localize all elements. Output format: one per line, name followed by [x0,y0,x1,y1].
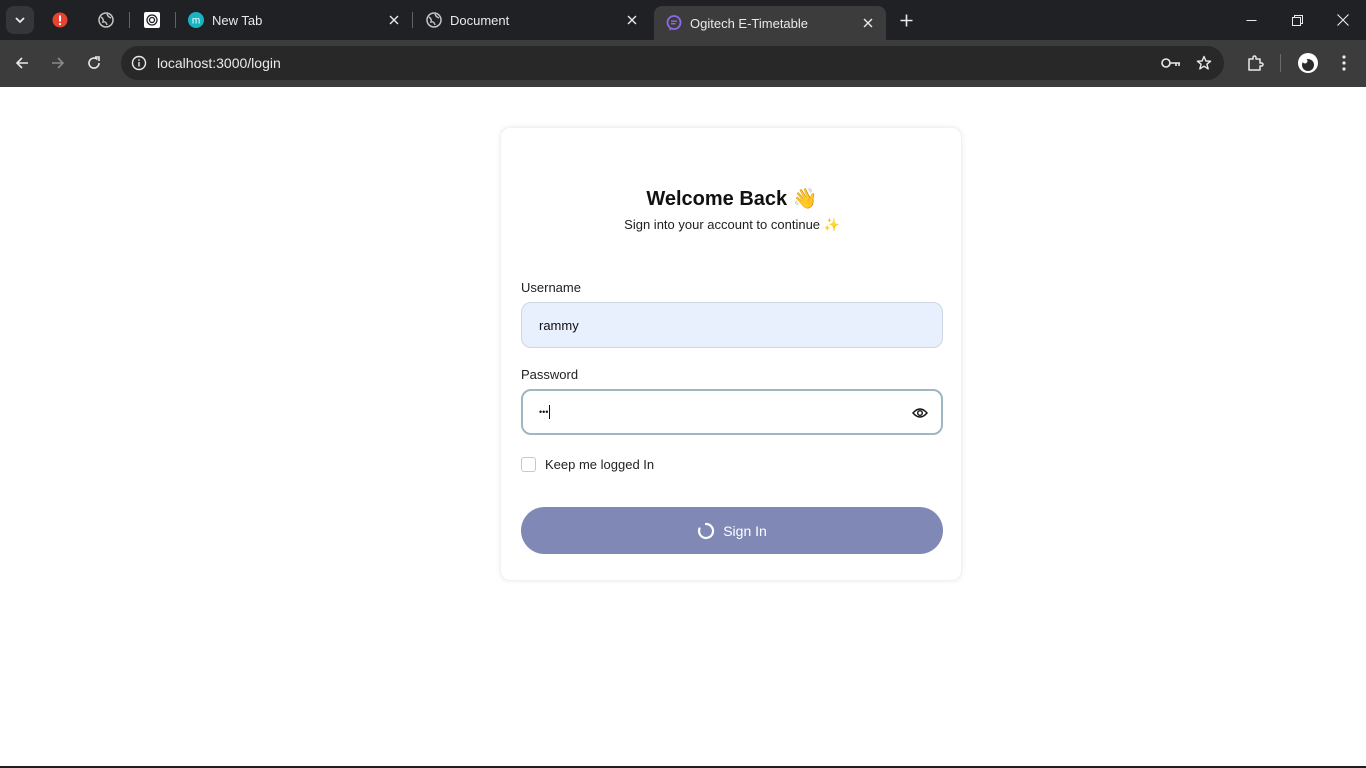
arrow-right-icon [52,57,65,69]
profile-button[interactable] [1294,49,1322,77]
sign-in-button[interactable]: Sign In [521,507,943,554]
chevron-down-icon [15,17,25,24]
chat-favicon-icon [666,15,682,31]
minimize-button[interactable] [1228,0,1274,40]
text-caret [549,405,551,419]
tab-title: New Tab [212,12,263,28]
menu-button[interactable] [1330,49,1358,77]
tab-document[interactable]: Document [414,0,650,40]
url-text: localhost:3000/login [157,55,281,71]
globe-icon [426,12,442,28]
tab-title: Ogitech E-Timetable [690,15,809,31]
reload-button[interactable] [79,48,109,78]
loading-spinner-icon [697,522,715,540]
password-key-icon[interactable] [1160,53,1182,73]
close-icon [1337,14,1349,26]
close-window-button[interactable] [1320,0,1366,40]
puzzle-icon [1248,55,1264,71]
forward-button[interactable] [43,48,73,78]
keep-logged-in-checkbox[interactable] [521,457,536,472]
keep-logged-in-label: Keep me logged In [545,457,655,472]
username-field[interactable]: rammy [521,302,943,348]
alert-favicon-icon [52,12,68,28]
globe-icon [98,12,114,28]
extensions-button[interactable] [1241,49,1269,77]
login-card: Welcome Back 👋 Sign into your account to… [500,127,962,581]
restore-icon [1291,14,1303,26]
page-subtitle: Sign into your account to continue ✨ [624,217,840,232]
close-icon[interactable] [386,12,402,28]
avatar [1298,53,1318,73]
pinned-tab-3[interactable] [140,8,164,32]
password-field[interactable]: ••• [521,389,943,435]
eye-icon[interactable] [911,404,929,422]
close-icon[interactable] [860,15,876,31]
restore-button[interactable] [1274,0,1320,40]
pinned-tab-2[interactable] [94,8,118,32]
keep-logged-in-row[interactable]: Keep me logged In [521,457,654,472]
pinned-tab-1[interactable] [48,8,72,32]
reload-icon [88,56,100,69]
toolbar-separator [1280,54,1281,72]
sign-in-label: Sign In [723,522,767,539]
username-label: Username [521,280,581,295]
new-tab-button[interactable] [893,7,919,33]
openai-favicon-icon [144,12,160,28]
more-vertical-icon [1342,55,1346,71]
address-bar[interactable]: localhost:3000/login [121,46,1224,80]
tab-separator [129,12,130,28]
back-button[interactable] [7,48,37,78]
tab-new-tab[interactable]: m New Tab [176,0,412,40]
m-favicon-icon: m [188,12,204,28]
page-content: Welcome Back 👋 Sign into your account to… [0,87,1366,766]
tab-separator [412,12,413,28]
browser-toolbar: localhost:3000/login [0,40,1366,87]
svg-text:m: m [192,16,200,27]
tab-title: Document [450,12,510,28]
page-title: Welcome Back 👋 [646,188,818,210]
plus-icon [900,14,912,26]
bookmark-star-icon[interactable] [1193,53,1215,73]
close-icon[interactable] [624,12,640,28]
browser-tab-bar: m New Tab Document Ogitech E-Timetable [0,0,1366,40]
password-label: Password [521,367,579,382]
username-value: rammy [539,317,579,333]
arrow-left-icon [15,57,28,69]
site-info-icon[interactable] [127,51,151,75]
password-value: ••• [539,407,549,417]
tab-search-button[interactable] [6,6,34,34]
tab-ogitech-e-timetable[interactable]: Ogitech E-Timetable [654,6,886,40]
minimize-icon [1246,19,1256,21]
